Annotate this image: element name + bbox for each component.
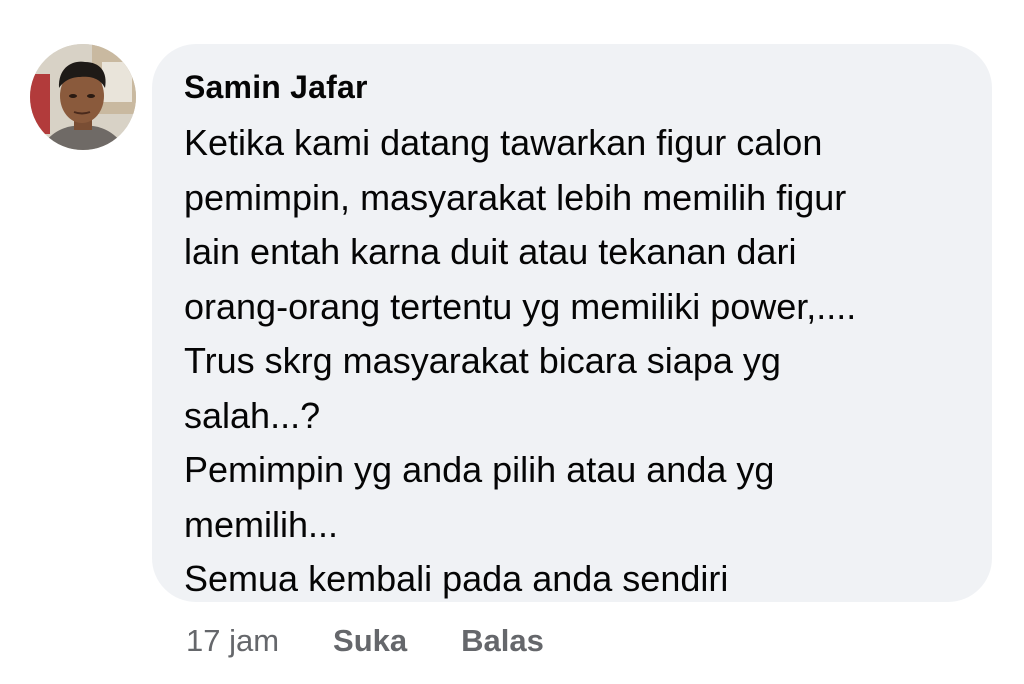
comment-screen: Samin Jafar Ketika kami datang tawarkan … bbox=[0, 0, 1024, 684]
comment-text-line: Semua kembali pada anda sendiri bbox=[184, 558, 729, 599]
avatar[interactable] bbox=[30, 44, 136, 150]
reply-button[interactable]: Balas bbox=[461, 623, 544, 659]
comment-text: Ketika kami datang tawarkan figur calon … bbox=[184, 116, 962, 607]
comment-actions: 17 jam Suka Balas bbox=[186, 618, 598, 664]
comment-text-line: Pemimpin yg anda pilih atau anda yg bbox=[184, 449, 775, 490]
like-button[interactable]: Suka bbox=[333, 623, 407, 659]
comment-author-name[interactable]: Samin Jafar bbox=[184, 66, 962, 108]
comment-bubble: Samin Jafar Ketika kami datang tawarkan … bbox=[152, 44, 992, 602]
comment-text-line: orang-orang tertentu yg memiliki power,.… bbox=[184, 285, 857, 327]
comment-text-line: salah...? bbox=[184, 394, 321, 436]
comment-text-line: lain entah karna duit atau tekanan dari bbox=[184, 231, 797, 272]
comment-text-line: pemimpin, masyarakat lebih memilih figur bbox=[184, 176, 847, 218]
comment-timestamp[interactable]: 17 jam bbox=[186, 623, 279, 659]
comment-text-line: Trus skrg masyarakat bicara siapa yg bbox=[184, 340, 781, 381]
avatar-photo bbox=[30, 44, 136, 150]
comment-text-line: Ketika kami datang tawarkan figur calon bbox=[184, 122, 823, 163]
comment-text-line: memilih... bbox=[184, 503, 339, 545]
